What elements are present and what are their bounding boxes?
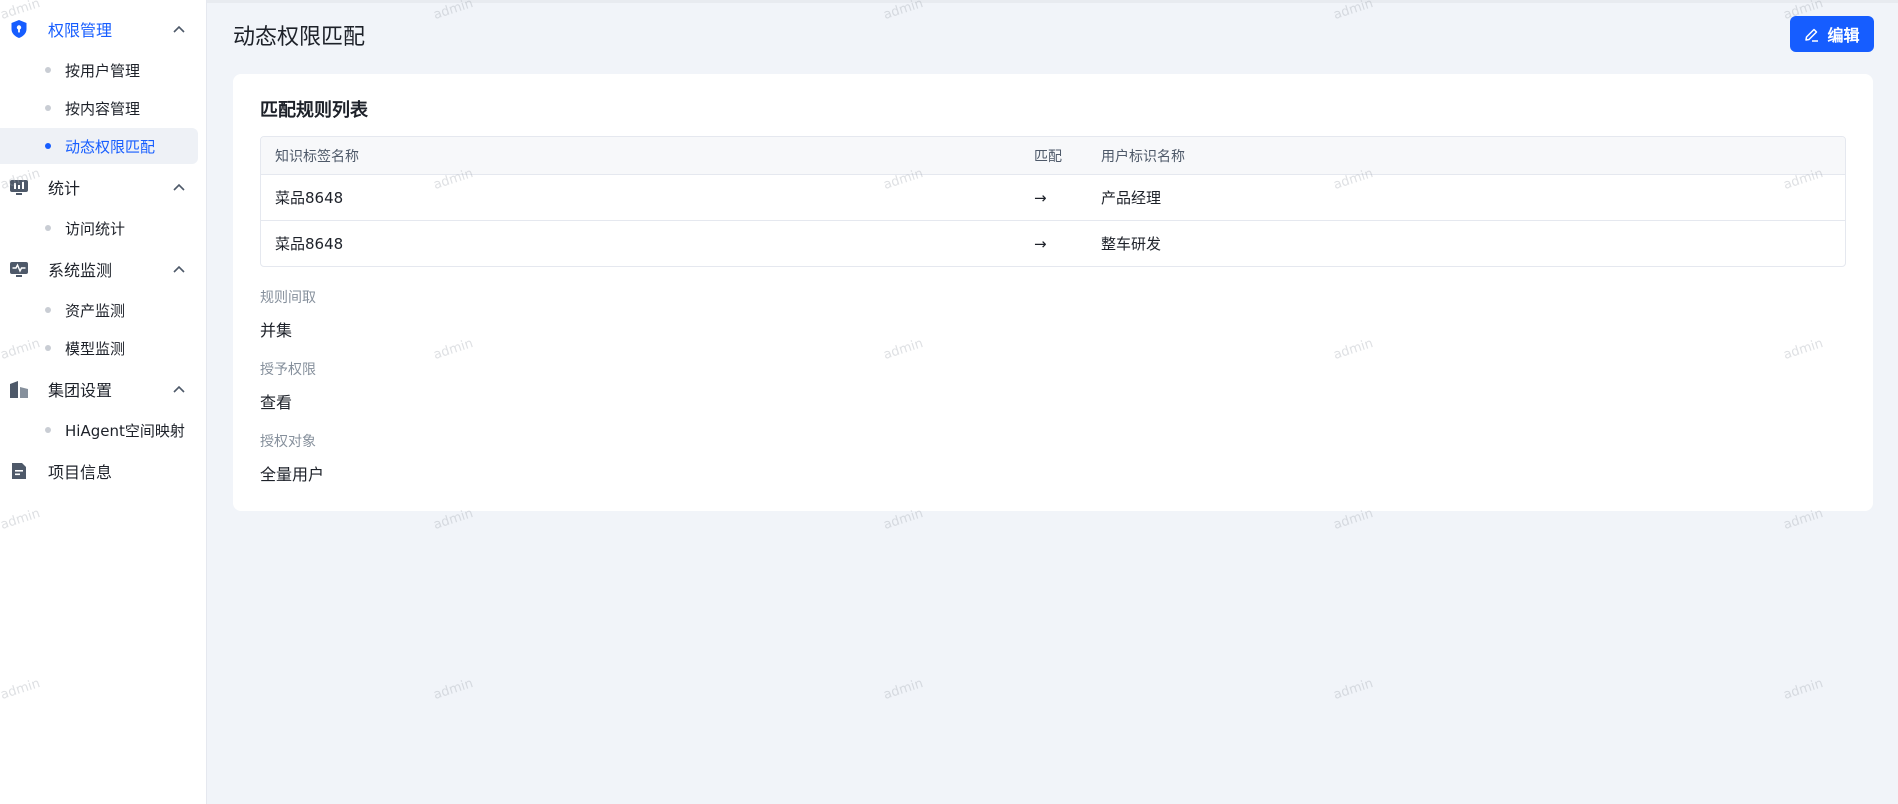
sidebar: 权限管理 按用户管理 按内容管理 动态权限匹配 统计 访问统计 系统监测 资产监… [0, 0, 207, 804]
page-title: 动态权限匹配 [233, 25, 366, 50]
bullet-dot [45, 67, 51, 73]
edit-button[interactable]: 编辑 [1790, 16, 1874, 52]
field-granted-permission: 授予权限 查看 [260, 359, 1846, 413]
field-value: 全量用户 [260, 465, 325, 484]
document-icon [10, 462, 28, 480]
sidebar-item-label: 资产监测 [65, 301, 126, 320]
bullet-dot [45, 345, 51, 351]
chevron-up-icon[interactable] [172, 262, 186, 276]
sidebar-item-label: 访问统计 [65, 219, 126, 238]
table-header-row: 知识标签名称 匹配 用户标识名称 [261, 137, 1845, 174]
sidebar-item-by-user[interactable]: 按用户管理 [0, 52, 198, 88]
bullet-dot [45, 307, 51, 313]
sidebar-group-system-monitor[interactable]: 系统监测 [0, 248, 206, 290]
arrow-right-icon: → [1034, 188, 1047, 207]
sidebar-item-label: 按用户管理 [65, 61, 141, 80]
column-header-match: 匹配 [1034, 148, 1062, 165]
cell-tag: 菜品8648 [275, 235, 344, 253]
card-title: 匹配规则列表 [260, 100, 368, 121]
monitor-icon [10, 260, 28, 278]
chart-icon [10, 178, 28, 196]
field-label: 授权对象 [260, 434, 316, 450]
cell-user: 产品经理 [1101, 189, 1162, 207]
chevron-up-icon[interactable] [172, 180, 186, 194]
field-label: 授予权限 [260, 362, 316, 378]
chevron-up-icon[interactable] [172, 382, 186, 396]
cell-user: 整车研发 [1101, 235, 1162, 253]
app-root: 权限管理 按用户管理 按内容管理 动态权限匹配 统计 访问统计 系统监测 资产监… [0, 0, 1898, 804]
sidebar-item-by-content[interactable]: 按内容管理 [0, 90, 198, 126]
page-header: 动态权限匹配 编辑 [233, 0, 1874, 72]
sidebar-group-statistics[interactable]: 统计 [0, 166, 206, 208]
bullet-dot [45, 143, 51, 149]
sidebar-item-model-monitor[interactable]: 模型监测 [0, 330, 198, 366]
table-row: 菜品8648 → 产品经理 [261, 174, 1845, 220]
column-header-tag: 知识标签名称 [275, 148, 359, 165]
sidebar-group-label: 集团设置 [48, 381, 113, 400]
bullet-dot [45, 225, 51, 231]
sidebar-item-label: 动态权限匹配 [65, 137, 156, 156]
field-value: 并集 [260, 321, 293, 340]
main-content: 动态权限匹配 编辑 匹配规则列表 知识标签名称 匹配 用户标识名称 菜品8648… [207, 0, 1898, 804]
sidebar-item-asset-monitor[interactable]: 资产监测 [0, 292, 198, 328]
cell-tag: 菜品8648 [275, 189, 344, 207]
sidebar-item-visit-stats[interactable]: 访问统计 [0, 210, 198, 246]
edit-icon [1804, 27, 1819, 42]
sidebar-group-label: 系统监测 [48, 261, 113, 280]
field-rule-combine: 规则间取 并集 [260, 287, 1846, 341]
sidebar-group-label: 权限管理 [48, 21, 113, 40]
sidebar-group-permissions[interactable]: 权限管理 [0, 8, 206, 50]
table-row: 菜品8648 → 整车研发 [261, 220, 1845, 266]
sidebar-group-project-info[interactable]: 项目信息 [0, 450, 206, 492]
rules-table: 知识标签名称 匹配 用户标识名称 菜品8648 → 产品经理 菜品8648 → … [260, 136, 1846, 267]
top-divider [207, 0, 1898, 3]
bullet-dot [45, 105, 51, 111]
sidebar-item-label: HiAgent空间映射 [65, 421, 185, 440]
edit-button-label: 编辑 [1827, 26, 1860, 45]
column-header-user: 用户标识名称 [1101, 148, 1185, 165]
field-label: 规则间取 [260, 290, 316, 306]
sidebar-item-label: 模型监测 [65, 339, 126, 358]
chevron-up-icon[interactable] [172, 22, 186, 36]
field-value: 查看 [260, 393, 293, 412]
sidebar-item-dynamic-permission[interactable]: 动态权限匹配 [0, 128, 198, 164]
arrow-right-icon: → [1034, 234, 1047, 253]
shield-icon [10, 20, 28, 38]
field-authorized-target: 授权对象 全量用户 [260, 431, 1846, 485]
rules-card: 匹配规则列表 知识标签名称 匹配 用户标识名称 菜品8648 → 产品经理 菜品… [233, 74, 1873, 511]
sidebar-item-hiagent-mapping[interactable]: HiAgent空间映射 [0, 412, 198, 448]
buildings-icon [10, 380, 28, 398]
sidebar-group-label: 统计 [48, 179, 81, 198]
bullet-dot [45, 427, 51, 433]
sidebar-group-label: 项目信息 [48, 463, 113, 482]
sidebar-item-label: 按内容管理 [65, 99, 141, 118]
sidebar-group-group-settings[interactable]: 集团设置 [0, 368, 206, 410]
